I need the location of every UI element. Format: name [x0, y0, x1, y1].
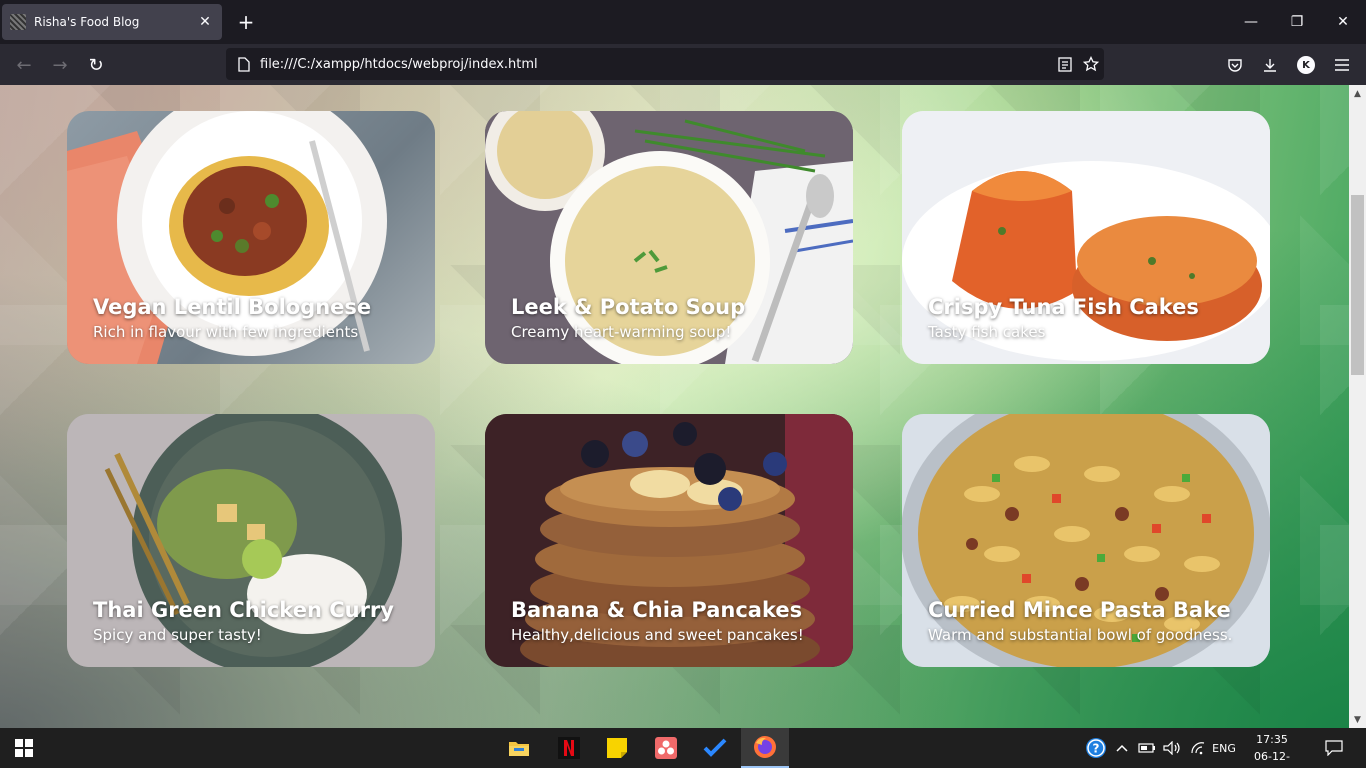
tab-title: Risha's Food Blog	[34, 15, 140, 29]
close-window-button[interactable]: ✕	[1320, 8, 1366, 36]
file-icon	[234, 54, 254, 74]
url-text[interactable]: file:///C:/xampp/htdocs/webproj/index.ht…	[260, 57, 1052, 72]
file-explorer-icon[interactable]	[495, 728, 543, 768]
sticky-notes-icon[interactable]	[593, 728, 641, 768]
windows-logo-icon	[15, 739, 33, 757]
card-subtitle: Spicy and super tasty!	[93, 626, 262, 644]
recipe-card-thai-green-chicken-curry[interactable]: Thai Green Chicken Curry Spicy and super…	[67, 414, 435, 667]
help-icon[interactable]: ?	[1084, 736, 1108, 760]
card-subtitle: Creamy heart-warming soup!	[511, 323, 732, 341]
clock-date: 06-12-2021	[1254, 750, 1290, 768]
navigation-toolbar: ← → ↻ file:///C:/xampp/htdocs/webproj/in…	[0, 44, 1366, 85]
volume-icon[interactable]	[1162, 736, 1182, 760]
recipe-card-banana-chia-pancakes[interactable]: Banana & Chia Pancakes Healthy,delicious…	[485, 414, 853, 667]
system-clock[interactable]: 17:35 06-12-2021	[1242, 731, 1302, 768]
wifi-icon[interactable]	[1188, 736, 1208, 760]
card-subtitle: Rich in flavour with few ingredients	[93, 323, 359, 341]
site-favicon-icon	[10, 14, 26, 30]
address-bar[interactable]: file:///C:/xampp/htdocs/webproj/index.ht…	[226, 48, 1104, 80]
forward-button[interactable]: →	[45, 50, 75, 80]
recipe-card-crispy-tuna-fish-cakes[interactable]: Crispy Tuna Fish Cakes Tasty fish cakes	[902, 111, 1270, 364]
show-hidden-icons-chevron-icon[interactable]	[1114, 736, 1130, 760]
card-subtitle: Warm and substantial bowl of goodness.	[928, 626, 1233, 644]
recipe-card-leek-potato-soup[interactable]: Leek & Potato Soup Creamy heart-warming …	[485, 111, 853, 364]
svg-text:?: ?	[1093, 742, 1100, 756]
microsoft-todo-icon[interactable]	[691, 728, 739, 768]
tab-active[interactable]: Risha's Food Blog ✕	[2, 4, 222, 40]
notifications-icon[interactable]	[1322, 736, 1346, 760]
account-button[interactable]: K	[1291, 50, 1321, 80]
firefox-icon[interactable]	[741, 728, 789, 768]
restore-button[interactable]: ❐	[1274, 8, 1320, 36]
downloads-icon[interactable]	[1255, 50, 1285, 80]
card-subtitle: Tasty fish cakes	[928, 323, 1046, 341]
reload-button[interactable]: ↻	[81, 50, 111, 80]
back-button[interactable]: ←	[9, 50, 39, 80]
card-title: Crispy Tuna Fish Cakes	[928, 295, 1199, 319]
netflix-icon[interactable]	[545, 728, 593, 768]
card-title: Leek & Potato Soup	[511, 295, 746, 319]
card-subtitle: Healthy,delicious and sweet pancakes!	[511, 626, 804, 644]
page-viewport: Vegan Lentil Bolognese Rich in flavour w…	[0, 85, 1349, 728]
account-avatar: K	[1297, 56, 1315, 74]
tab-close-icon[interactable]: ✕	[196, 14, 214, 30]
scroll-up-arrow-icon[interactable]: ▲	[1349, 85, 1366, 102]
card-title: Thai Green Chicken Curry	[93, 598, 394, 622]
scroll-down-arrow-icon[interactable]: ▼	[1349, 711, 1366, 728]
page-scrollbar[interactable]: ▲ ▼	[1349, 85, 1366, 728]
recipe-card-curried-mince-pasta-bake[interactable]: Curried Mince Pasta Bake Warm and substa…	[902, 414, 1270, 667]
minimize-button[interactable]: —	[1228, 8, 1274, 36]
asana-icon[interactable]	[642, 728, 690, 768]
pocket-icon[interactable]	[1220, 50, 1250, 80]
language-indicator[interactable]: ENG	[1210, 736, 1238, 760]
bookmark-star-icon[interactable]	[1078, 51, 1104, 77]
card-title: Curried Mince Pasta Bake	[928, 598, 1231, 622]
windows-taskbar: ? ENG 17:35 06-12-2021	[0, 728, 1366, 768]
windows-start-button[interactable]	[0, 728, 48, 768]
card-title: Banana & Chia Pancakes	[511, 598, 803, 622]
new-tab-button[interactable]: +	[234, 10, 258, 34]
menu-hamburger-icon[interactable]	[1327, 50, 1357, 80]
reader-view-icon[interactable]	[1052, 51, 1078, 77]
card-title: Vegan Lentil Bolognese	[93, 295, 372, 319]
scrollbar-thumb[interactable]	[1351, 195, 1364, 375]
battery-icon[interactable]	[1137, 736, 1157, 760]
tab-strip: Risha's Food Blog ✕ + — ❐ ✕	[0, 0, 1366, 44]
clock-time: 17:35	[1256, 733, 1288, 746]
recipe-card-vegan-lentil-bolognese[interactable]: Vegan Lentil Bolognese Rich in flavour w…	[67, 111, 435, 364]
